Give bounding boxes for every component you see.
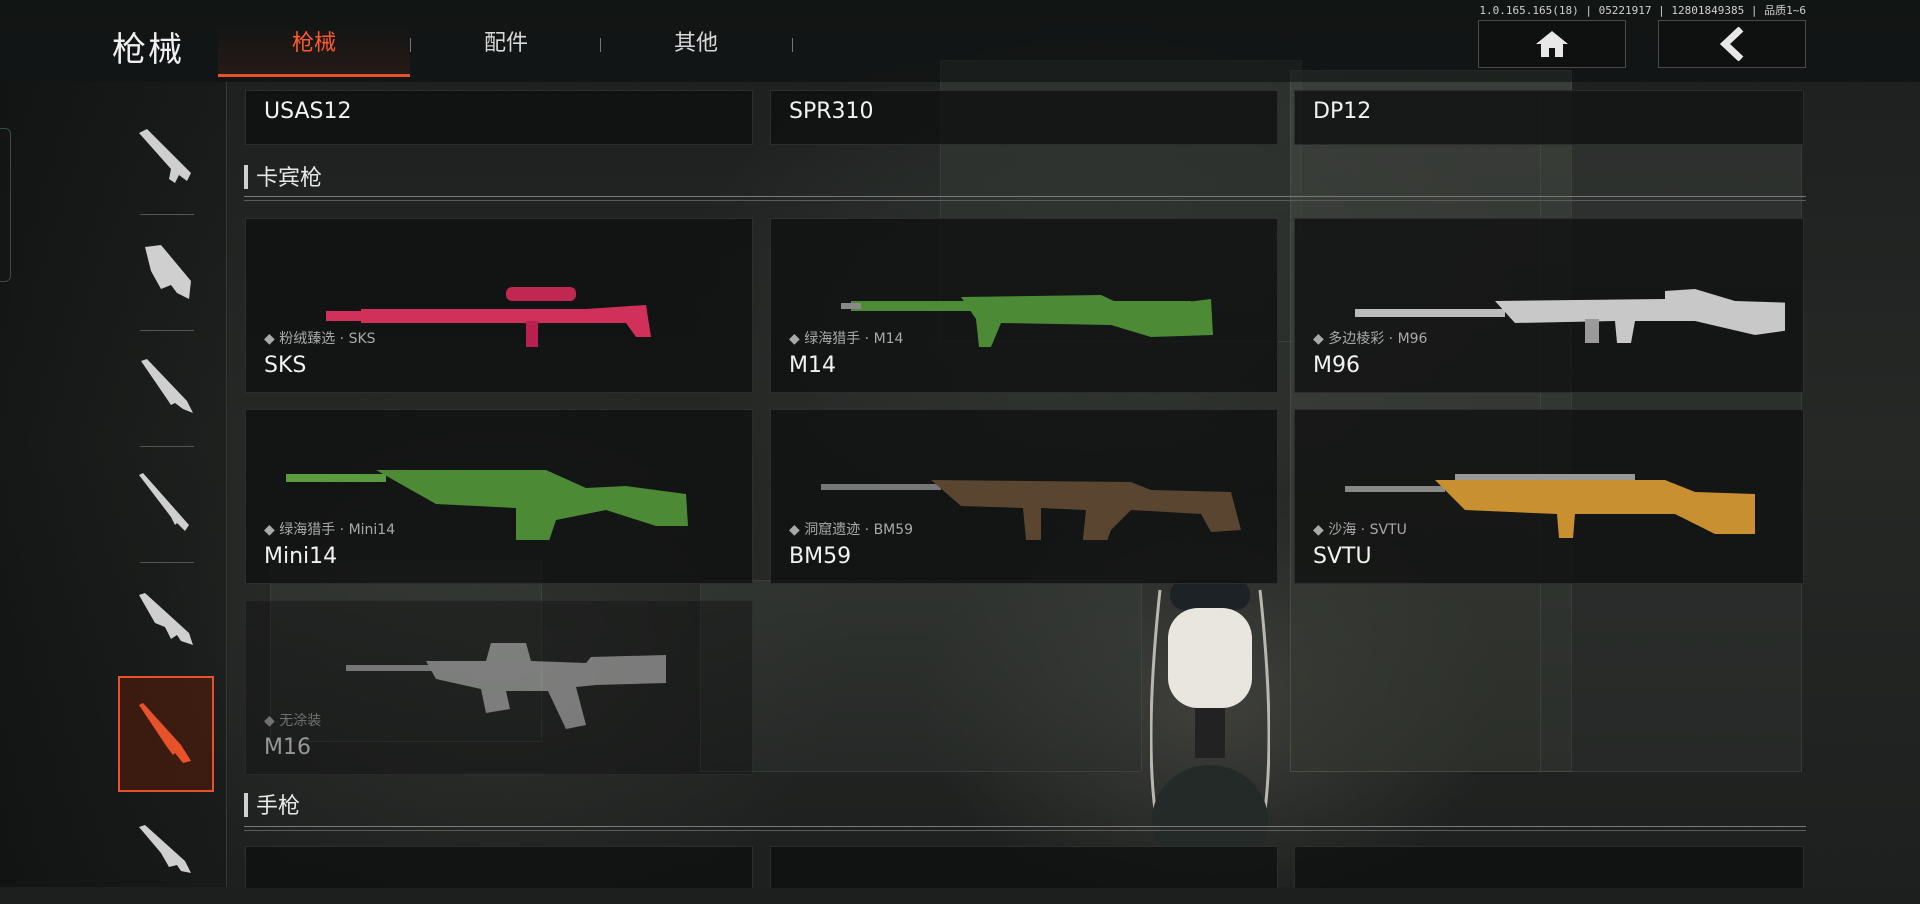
pistol-icon xyxy=(139,825,191,873)
tab-divider xyxy=(792,38,793,52)
weapon-card-m96[interactable]: ◆ 多边棱彩 · M96 M96 xyxy=(1294,218,1804,393)
sidebar-divider xyxy=(140,214,194,215)
weapon-name: Mini14 xyxy=(264,544,338,569)
weapon-card-partial[interactable] xyxy=(770,846,1278,888)
sidebar-item-sniper-rifle[interactable] xyxy=(118,446,214,558)
weapon-name: M14 xyxy=(789,353,836,378)
weapon-skin: ◆ 粉绒臻选 · SKS xyxy=(264,331,376,347)
sidebar-item-smg[interactable] xyxy=(118,216,214,328)
section-header-carbines: 卡宾枪 xyxy=(244,160,322,192)
weapon-card-m14[interactable]: ◆ 绿海猎手 · M14 M14 xyxy=(770,218,1278,393)
weapon-card-sks[interactable]: ◆ 粉绒臻选 · SKS SKS xyxy=(245,218,753,393)
weapon-skin: ◆ 无涂装 xyxy=(264,713,322,729)
tab-label: 枪械 xyxy=(291,31,336,56)
sidebar-handle[interactable] xyxy=(0,128,11,282)
weapon-skin: ◆ 洞窟遗迹 · BM59 xyxy=(789,522,914,538)
weapon-skin: ◆ 绿海猎手 · M14 xyxy=(789,331,904,347)
home-button[interactable] xyxy=(1478,20,1626,68)
lmg-icon xyxy=(139,593,193,645)
weapon-card-partial[interactable] xyxy=(1294,846,1804,888)
section-marker xyxy=(244,165,248,189)
sniper-rifle-icon xyxy=(139,473,189,531)
section-title: 手枪 xyxy=(256,794,301,819)
weapon-card-m16[interactable]: ◆ 无涂装 M16 xyxy=(245,600,753,775)
weapon-card-partial[interactable] xyxy=(245,846,753,888)
weapon-skin: ◆ 多边棱彩 · M96 xyxy=(1313,331,1428,347)
section-divider xyxy=(244,826,1806,831)
sidebar-item-carbine[interactable] xyxy=(118,676,214,792)
sidebar-item-shotgun[interactable] xyxy=(118,330,214,442)
tab-attachments[interactable]: 配件 xyxy=(410,22,602,74)
version-info: 1.0.165.165(18) | 05221917 | 12801849385… xyxy=(1479,4,1806,17)
tab-other[interactable]: 其他 xyxy=(600,22,792,74)
section-divider xyxy=(244,196,1806,201)
weapon-card-mini14[interactable]: ◆ 绿海猎手 · Mini14 Mini14 xyxy=(245,409,753,584)
sidebar-item-pistol[interactable] xyxy=(118,792,214,904)
carbine-icon xyxy=(139,703,191,763)
shotgun-icon xyxy=(141,359,193,413)
section-marker xyxy=(244,793,248,817)
weapon-name: DP12 xyxy=(1313,99,1372,124)
weapon-image-m16 xyxy=(346,643,666,729)
section-header-pistols: 手枪 xyxy=(244,788,300,820)
background-crate xyxy=(700,580,1142,772)
home-icon xyxy=(1536,31,1568,57)
sidebar-divider xyxy=(226,82,227,887)
tab-label: 配件 xyxy=(483,31,528,56)
weapon-name: BM59 xyxy=(789,544,852,569)
lantern-decoration xyxy=(1150,580,1270,875)
weapon-name: USAS12 xyxy=(264,99,352,124)
weapon-card-dp12[interactable]: DP12 xyxy=(1294,90,1804,145)
section-title: 卡宾枪 xyxy=(256,166,323,191)
weapon-name: M96 xyxy=(1313,353,1360,378)
weapon-card-spr310[interactable]: SPR310 xyxy=(770,90,1278,145)
weapon-name: SVTU xyxy=(1313,544,1372,569)
weapon-card-svtu[interactable]: ◆ 沙海 · SVTU SVTU xyxy=(1294,409,1804,584)
assault-rifle-icon xyxy=(139,129,191,183)
sidebar-item-assault-rifle[interactable] xyxy=(118,98,214,210)
weapon-skin: ◆ 沙海 · SVTU xyxy=(1313,522,1407,538)
sidebar-item-lmg[interactable] xyxy=(118,562,214,674)
weapon-name: SPR310 xyxy=(789,99,874,124)
back-button[interactable] xyxy=(1658,20,1806,68)
page-title: 枪械 xyxy=(112,30,184,70)
chevron-left-icon xyxy=(1719,27,1744,61)
tab-firearms[interactable]: 枪械 xyxy=(218,22,410,77)
weapon-skin: ◆ 绿海猎手 · Mini14 xyxy=(264,522,396,538)
weapon-card-usas12[interactable]: USAS12 xyxy=(245,90,753,145)
smg-icon xyxy=(145,245,191,299)
tab-label: 其他 xyxy=(673,31,718,56)
weapon-name: M16 xyxy=(264,735,311,760)
weapon-card-bm59[interactable]: ◆ 洞窟遗迹 · BM59 BM59 xyxy=(770,409,1278,584)
weapon-name: SKS xyxy=(264,353,307,378)
